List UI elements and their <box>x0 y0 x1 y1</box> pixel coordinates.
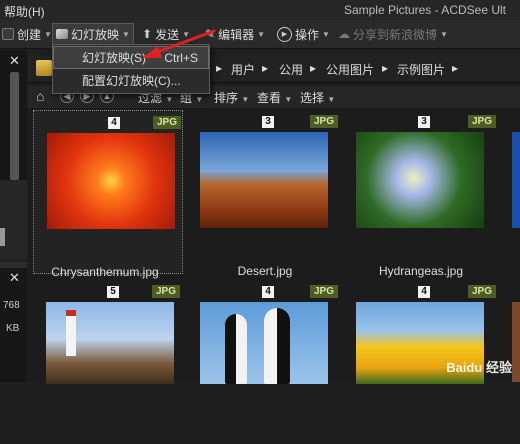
select-label: 选择 <box>300 91 325 105</box>
share-label: 分享到新浪微博 <box>353 27 438 42</box>
rating-badge: 4 <box>108 117 120 129</box>
breadcrumb-item-public-pictures[interactable]: 公用图片 <box>326 61 374 78</box>
close-icon[interactable]: ✕ <box>9 270 20 286</box>
slideshow-label: 幻灯放映 <box>71 27 120 42</box>
file-name: Hydrangeas.jpg <box>378 264 464 278</box>
chevron-down-icon: ▼ <box>284 95 293 104</box>
select-menu[interactable]: 选择 ▼ <box>300 89 335 106</box>
folders-pane: ✕ <box>0 50 27 260</box>
thumbnail-image <box>47 133 175 229</box>
editor-label: 编辑器 <box>218 27 255 42</box>
view-label: 查看 <box>257 91 282 105</box>
slideshow-button[interactable]: 幻灯放映 ▼ <box>52 23 134 45</box>
file-type-badge: JPG <box>468 285 496 298</box>
pane-handle[interactable] <box>0 228 5 246</box>
thumbnail-item[interactable]: 4 JPG <box>190 280 340 444</box>
chevron-down-icon: ▼ <box>44 29 52 39</box>
menu-help[interactable]: 帮助(H) <box>4 3 45 20</box>
play-icon: ▶ <box>277 26 292 42</box>
file-size-unit: KB <box>6 323 20 334</box>
thumbnail-item[interactable]: 3 JPG Desert.jpg <box>190 110 340 278</box>
annotation-arrow-icon <box>142 29 216 58</box>
file-type-badge: JPG <box>153 116 181 129</box>
pane-body <box>0 180 27 260</box>
penguin-shape <box>264 308 290 384</box>
menu-item-configure-slideshow[interactable]: 配置幻灯放映(C)... <box>54 70 208 91</box>
file-type-badge: JPG <box>152 285 180 298</box>
menu-item-label: 幻灯放映(S) <box>82 51 146 65</box>
scrollbar[interactable] <box>10 72 19 180</box>
thumbnail-image <box>512 302 520 382</box>
crumb-separator: ▸ <box>262 61 269 75</box>
breadcrumb-item-public[interactable]: 公用 <box>279 61 303 78</box>
chevron-down-icon: ▼ <box>440 29 448 39</box>
thumbnail-item[interactable]: 4 JPG Chrysanthemum.jpg <box>33 110 183 279</box>
rating-badge: 5 <box>107 286 119 298</box>
chevron-down-icon: ▼ <box>241 95 250 104</box>
crumb-separator: ▸ <box>452 61 459 75</box>
file-type-badge: JPG <box>310 285 338 298</box>
create-label: 创建 <box>17 27 42 42</box>
menu-bar: 帮助(H) Sample Pictures - ACDSee Ult <box>0 0 520 20</box>
create-button[interactable]: 创建 ▼ <box>2 24 52 44</box>
create-icon <box>2 28 14 40</box>
properties-pane: ✕ 768 KB <box>0 268 27 382</box>
thumbnail-image <box>512 132 520 228</box>
arrow-shaft <box>150 29 216 56</box>
home-icon[interactable]: ⌂ <box>36 88 44 104</box>
rating-badge: 4 <box>418 286 430 298</box>
thumbnail-item[interactable]: 5 JPG <box>33 280 183 444</box>
thumbnail-image <box>356 132 484 228</box>
file-type-badge: JPG <box>468 115 496 128</box>
slideshow-icon <box>56 29 68 39</box>
menu-item-label: 配置幻灯放映(C)... <box>82 74 181 88</box>
actions-button[interactable]: ▶ 操作 ▼ <box>277 24 330 44</box>
rating-badge: 4 <box>262 286 274 298</box>
breadcrumb-item-users[interactable]: 用户 <box>231 61 255 78</box>
chevron-down-icon: ▼ <box>322 29 330 39</box>
thumbnail-image <box>200 132 328 228</box>
breadcrumb-item-sample-pictures[interactable]: 示例图片 <box>397 61 445 78</box>
chevron-down-icon: ▼ <box>165 95 174 104</box>
chevron-down-icon: ▼ <box>122 29 130 39</box>
crumb-separator: ▸ <box>310 61 317 75</box>
arrow-head <box>142 46 162 58</box>
sort-menu[interactable]: 排序 ▼ <box>214 89 249 106</box>
rating-badge: 3 <box>418 116 430 128</box>
crumb-separator: ▸ <box>382 61 389 75</box>
lighthouse-shape <box>66 310 76 356</box>
penguin-shape <box>225 314 247 384</box>
share-weibo-button[interactable]: ☁ 分享到新浪微博 ▼ <box>338 24 448 44</box>
file-name: Chrysanthemum.jpg <box>51 265 159 279</box>
thumbnail-image <box>200 302 328 384</box>
thumbnail-grid: 4 JPG Chrysanthemum.jpg 3 JPG Desert.jpg… <box>28 108 520 384</box>
close-icon[interactable]: ✕ <box>9 53 20 69</box>
sort-label: 排序 <box>214 91 239 105</box>
actions-label: 操作 <box>295 27 320 42</box>
file-name: Desert.jpg <box>237 264 293 278</box>
chevron-down-icon: ▼ <box>257 29 265 39</box>
folder-icon <box>36 60 52 76</box>
crumb-separator: ▸ <box>216 61 223 75</box>
watermark: Baidu 经验 <box>446 360 512 375</box>
chevron-down-icon: ▼ <box>195 95 204 104</box>
file-type-badge: JPG <box>310 115 338 128</box>
thumbnail-image <box>46 302 174 384</box>
chevron-down-icon: ▼ <box>327 95 336 104</box>
rating-badge: 3 <box>262 116 274 128</box>
thumbnail-item[interactable]: 3 JPG Hydrangeas.jpg <box>346 110 496 278</box>
window-title: Sample Pictures - ACDSee Ult <box>343 3 506 17</box>
weibo-icon: ☁ <box>338 27 350 41</box>
view-menu[interactable]: 查看 ▼ <box>257 89 292 106</box>
file-size-value: 768 <box>3 300 20 311</box>
